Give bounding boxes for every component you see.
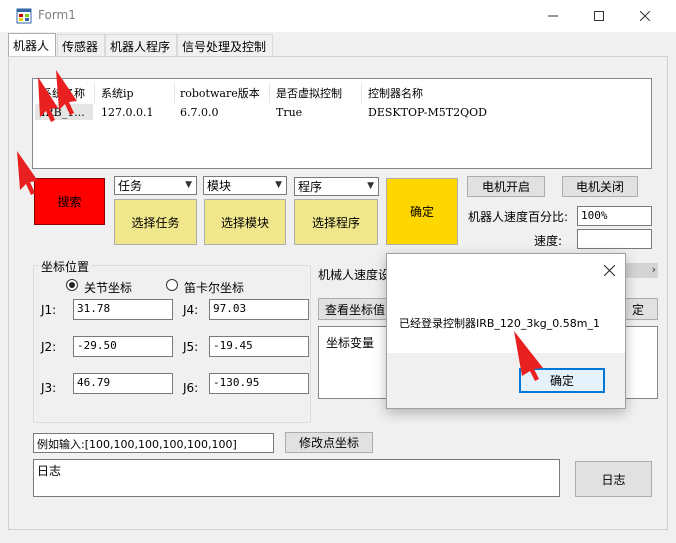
dialog-message: 已经登录控制器IRB_120_3kg_0.58m_1 — [399, 317, 600, 330]
module-combo[interactable]: 模块 ▼ — [203, 176, 287, 195]
view-coords-button[interactable]: 查看坐标值 — [318, 298, 392, 320]
message-dialog: 已经登录控制器IRB_120_3kg_0.58m_1 确定 — [386, 253, 626, 409]
dialog-close-button[interactable] — [599, 260, 619, 280]
minimize-button[interactable] — [530, 0, 576, 32]
coords-group-title: 坐标位置 — [39, 258, 92, 275]
j5-label: J5: — [183, 340, 199, 354]
motor-off-button[interactable]: 电机关闭 — [562, 176, 638, 197]
j1-input[interactable]: 31.78 — [73, 299, 173, 320]
modify-point-button[interactable]: 修改点坐标 — [285, 432, 373, 453]
select-task-button[interactable]: 选择任务 — [114, 199, 197, 245]
j2-input[interactable]: -29.50 — [73, 336, 173, 357]
chevron-right-icon: › — [651, 263, 656, 276]
program-combo[interactable]: 程序 ▼ — [294, 177, 379, 196]
table-cell[interactable]: IRB_1... — [41, 106, 85, 119]
speed-percent-input[interactable]: 100% — [577, 206, 652, 226]
column-header[interactable]: 系统名称 — [41, 85, 85, 101]
log-textbox[interactable]: 日志 — [33, 459, 560, 497]
close-window-button[interactable] — [622, 0, 668, 32]
j3-label: J3: — [41, 381, 57, 395]
tab-robot-program[interactable]: 机器人程序 — [105, 34, 177, 56]
cartesian-radio[interactable] — [166, 279, 178, 291]
j6-label: J6: — [183, 381, 199, 395]
dialog-ok-button[interactable]: 确定 — [519, 368, 605, 393]
maximize-button[interactable] — [576, 0, 622, 32]
minimize-icon — [548, 15, 558, 17]
hidden-button-label: 定 — [631, 302, 644, 317]
chevron-down-icon: ▼ — [275, 180, 282, 190]
app-icon — [16, 8, 32, 24]
speed-input[interactable] — [577, 229, 652, 249]
view-coords-label: 查看坐标值 — [324, 302, 385, 317]
j1-label: J1: — [41, 303, 57, 317]
chevron-down-icon: ▼ — [185, 180, 192, 190]
table-cell[interactable]: 127.0.0.1 — [101, 106, 153, 119]
column-header[interactable]: 控制器名称 — [368, 85, 423, 101]
module-combo-value: 模块 — [207, 179, 232, 193]
close-icon — [640, 11, 650, 21]
cartesian-radio-label[interactable]: 笛卡尔坐标 — [184, 279, 244, 296]
table-cell[interactable]: True — [276, 106, 302, 119]
j4-input[interactable]: 97.03 — [209, 299, 309, 320]
j6-input[interactable]: -130.95 — [209, 373, 309, 394]
column-header[interactable]: 是否虚拟控制 — [276, 85, 342, 101]
task-combo-value: 任务 — [118, 179, 143, 193]
maximize-icon — [594, 11, 604, 21]
title-bar: Form1 — [0, 0, 676, 32]
j2-label: J2: — [41, 340, 57, 354]
log-button[interactable]: 日志 — [575, 461, 652, 497]
chevron-down-icon: ▼ — [367, 181, 374, 191]
coordinate-input[interactable]: 例如输入:[100,100,100,100,100,100] — [33, 433, 274, 453]
close-icon — [603, 264, 615, 276]
column-header[interactable]: robotware版本 — [180, 85, 260, 101]
speed-label: 速度: — [534, 234, 563, 248]
joint-radio[interactable] — [66, 279, 78, 291]
tab-robot[interactable]: 机器人 — [8, 33, 56, 57]
joint-radio-label[interactable]: 关节坐标 — [84, 279, 132, 296]
program-combo-value: 程序 — [298, 180, 323, 194]
robot-speed-label: 机械人速度设 — [318, 268, 391, 282]
log-textbox-text: 日志 — [37, 464, 62, 478]
confirm-button[interactable]: 确定 — [386, 178, 458, 245]
column-header[interactable]: 系统ip — [101, 85, 134, 101]
select-program-button[interactable]: 选择程序 — [294, 199, 378, 245]
j3-input[interactable]: 46.79 — [73, 373, 173, 394]
select-module-button[interactable]: 选择模块 — [204, 199, 286, 245]
speed-percent-label: 机器人速度百分比: — [468, 210, 569, 224]
table-cell[interactable]: 6.7.0.0 — [180, 106, 218, 119]
search-button[interactable]: 搜索 — [34, 178, 105, 225]
tab-sensor[interactable]: 传感器 — [57, 34, 105, 56]
table-cell[interactable]: DESKTOP-M5T2QOD — [368, 106, 487, 119]
coord-variable-label: 坐标变量 — [326, 336, 375, 350]
motor-on-button[interactable]: 电机开启 — [467, 176, 545, 197]
task-combo[interactable]: 任务 ▼ — [114, 176, 197, 195]
tab-signal-control[interactable]: 信号处理及控制 — [177, 34, 273, 56]
j5-input[interactable]: -19.45 — [209, 336, 309, 357]
controller-list[interactable]: 系统名称 系统ip robotware版本 是否虚拟控制 控制器名称 IRB_1… — [32, 78, 652, 169]
dialog-footer: 确定 — [387, 353, 625, 408]
j4-label: J4: — [183, 303, 199, 317]
window-title: Form1 — [38, 8, 76, 22]
